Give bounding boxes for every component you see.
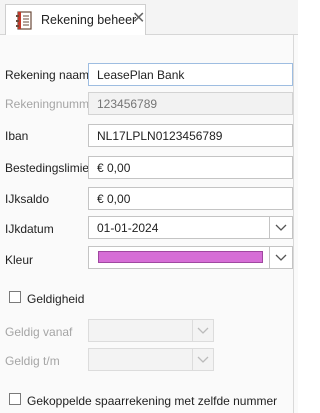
ledger-book-icon <box>16 11 32 30</box>
valid-to-label: Geldig t/m <box>5 354 60 368</box>
calibration-date-select[interactable]: 01-01-2024 <box>88 216 293 239</box>
color-swatch <box>98 251 263 263</box>
panel-divider <box>293 35 294 413</box>
spending-limit-field[interactable] <box>88 156 293 179</box>
calibration-balance-label: IJksaldo <box>5 192 50 206</box>
iban-field[interactable] <box>88 124 293 147</box>
account-name-field[interactable] <box>88 63 293 86</box>
select-separator <box>269 247 270 268</box>
chevron-down-icon[interactable] <box>197 323 209 337</box>
account-number-label: Rekeningnummer <box>5 97 100 111</box>
calibration-date-label: IJkdatum <box>5 222 54 236</box>
valid-from-select[interactable] <box>88 319 214 342</box>
linked-savings-label: Gekoppelde spaarrekening met zelfde numm… <box>27 394 278 408</box>
account-number-field[interactable] <box>88 92 293 115</box>
chevron-down-icon[interactable] <box>275 220 287 234</box>
validity-checkbox[interactable] <box>9 291 21 303</box>
chevron-down-icon[interactable] <box>197 352 209 366</box>
validity-label: Geldigheid <box>27 292 85 306</box>
tab-bar: Rekening beheer ✕ <box>0 0 298 35</box>
tab-rekening-beheer[interactable]: Rekening beheer ✕ <box>5 4 146 35</box>
chevron-down-icon[interactable] <box>275 250 287 264</box>
select-separator <box>192 320 193 341</box>
tab-title: Rekening beheer <box>41 13 137 27</box>
select-separator <box>269 217 270 238</box>
account-name-label: Rekening naam <box>5 68 90 82</box>
close-icon[interactable]: ✕ <box>132 10 145 28</box>
iban-label: Iban <box>5 129 29 143</box>
valid-from-label: Geldig vanaf <box>5 325 73 339</box>
color-label: Kleur <box>5 253 34 267</box>
valid-to-select[interactable] <box>88 348 214 371</box>
calibration-balance-field[interactable] <box>88 187 293 210</box>
select-separator <box>192 349 193 370</box>
linked-savings-checkbox[interactable] <box>9 393 21 405</box>
spending-limit-label: Bestedingslimiet <box>5 161 93 175</box>
color-select[interactable] <box>88 246 293 269</box>
calibration-date-value: 01-01-2024 <box>97 221 159 235</box>
